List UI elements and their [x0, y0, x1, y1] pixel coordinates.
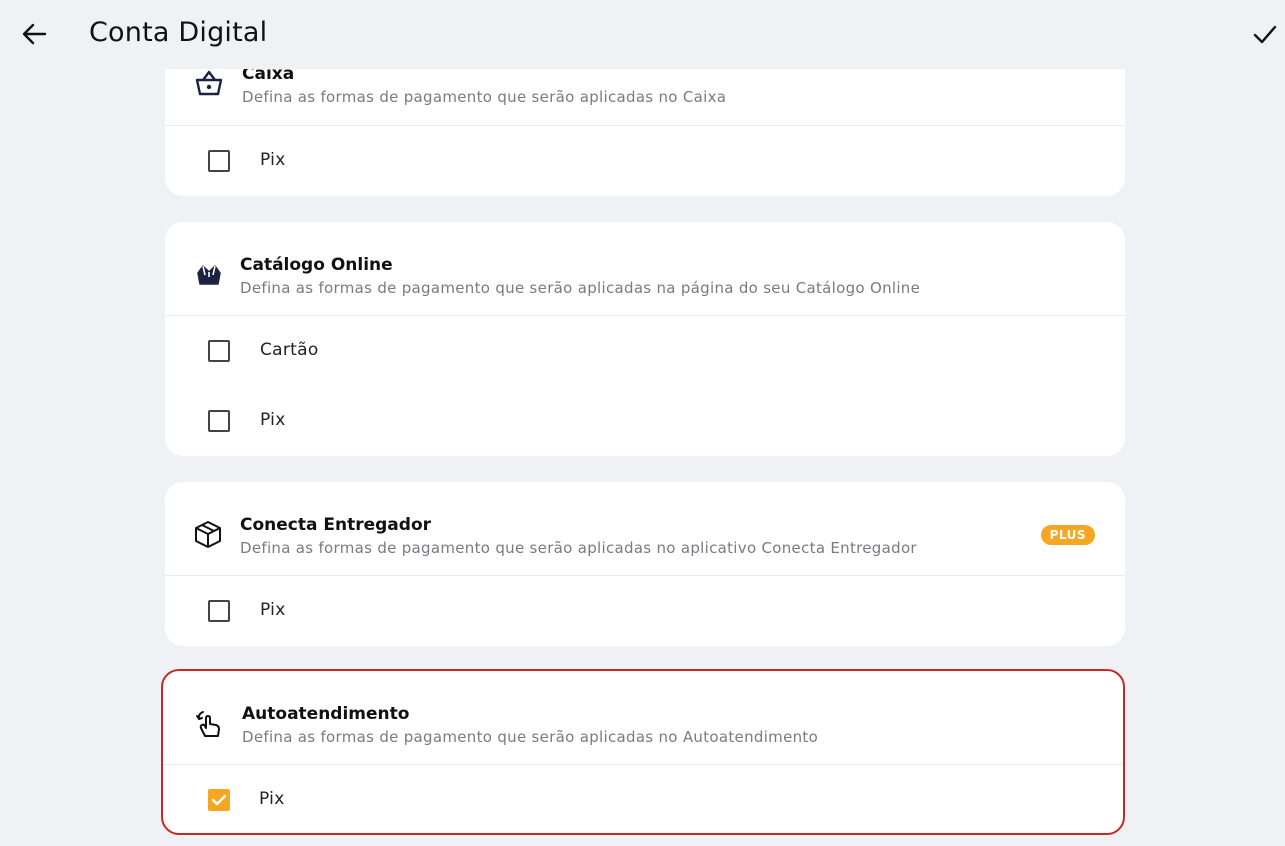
option-pix[interactable]: Pix — [163, 765, 1123, 833]
check-icon — [1253, 25, 1277, 44]
section-card-autoatendimento: Autoatendimento Defina as formas de paga… — [161, 669, 1125, 835]
store-crown-icon — [193, 259, 225, 291]
arrow-left-icon — [22, 23, 47, 45]
option-label: Pix — [260, 410, 286, 430]
section-card-conecta-entregador: Conecta Entregador Defina as formas de p… — [165, 482, 1125, 646]
option-label: Cartão — [260, 340, 319, 360]
section-description: Defina as formas de pagamento que serão … — [240, 539, 917, 557]
option-label: Pix — [260, 150, 286, 170]
section-title: Catálogo Online — [240, 255, 393, 275]
section-header: Conecta Entregador Defina as formas de p… — [165, 482, 1125, 576]
section-title: Conecta Entregador — [240, 515, 432, 535]
package-box-icon — [192, 518, 224, 550]
option-label: Pix — [259, 789, 285, 809]
cartao-checkbox[interactable] — [208, 340, 230, 362]
basket-icon — [193, 67, 225, 99]
section-description: Defina as formas de pagamento que serão … — [242, 88, 727, 106]
section-card-catalogo-online: Catálogo Online Defina as formas de paga… — [165, 222, 1125, 456]
section-description: Defina as formas de pagamento que serão … — [240, 279, 921, 297]
pix-checkbox[interactable] — [208, 410, 230, 432]
confirm-button[interactable] — [1250, 20, 1280, 48]
page-title: Conta Digital — [89, 17, 268, 48]
section-header: Catálogo Online Defina as formas de paga… — [165, 222, 1125, 316]
plus-badge: PLUS — [1040, 525, 1095, 545]
option-pix[interactable]: Pix — [165, 386, 1125, 456]
option-cartao[interactable]: Cartão — [165, 316, 1125, 386]
touch-hand-icon — [193, 708, 225, 740]
option-label: Pix — [260, 600, 286, 620]
section-description: Defina as formas de pagamento que serão … — [242, 728, 819, 746]
section-header: Autoatendimento Defina as formas de paga… — [163, 671, 1123, 765]
app-header: Conta Digital — [0, 0, 1285, 69]
back-button[interactable] — [20, 20, 48, 48]
pix-checkbox[interactable] — [208, 600, 230, 622]
option-pix[interactable]: Pix — [165, 126, 1125, 196]
pix-checkbox[interactable] — [208, 150, 230, 172]
pix-checkbox[interactable] — [208, 789, 230, 811]
section-title: Autoatendimento — [242, 704, 410, 724]
option-pix[interactable]: Pix — [165, 576, 1125, 646]
checkmark-icon — [211, 794, 227, 806]
